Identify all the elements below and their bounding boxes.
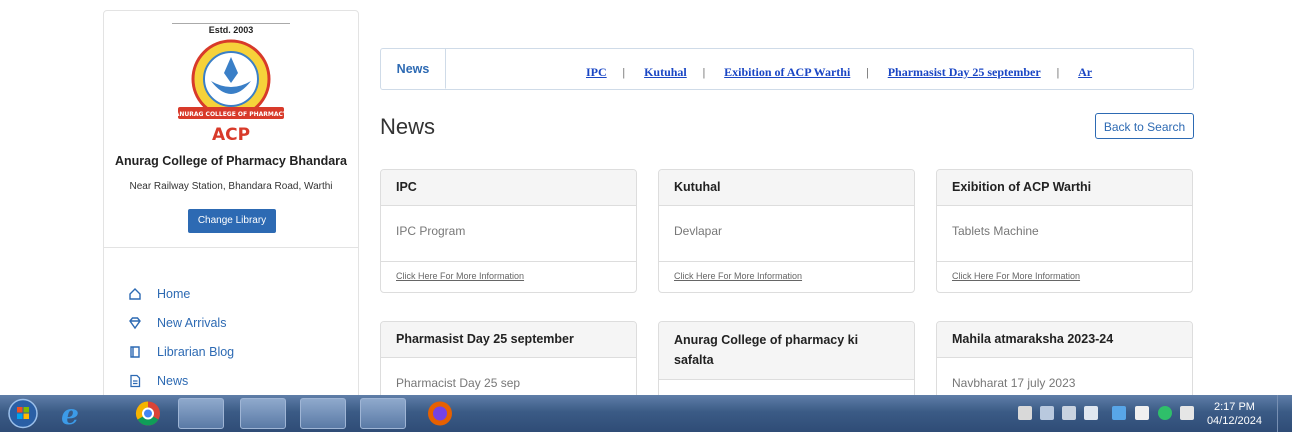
chrome-icon[interactable]	[128, 398, 168, 429]
page-title: News	[380, 114, 436, 139]
internet-explorer-icon[interactable]: e	[52, 398, 88, 429]
sidebar-item-label: News	[157, 373, 189, 388]
ticker-separator: |	[622, 65, 626, 79]
news-card-footer: Click Here For More Information	[381, 262, 636, 290]
news-card: Exibition of ACP Warthi Tablets Machine …	[936, 169, 1193, 293]
sidebar-item-librarian-blog[interactable]: Librarian Blog	[128, 337, 234, 366]
news-card-title: Exibition of ACP Warthi	[937, 170, 1192, 206]
speaker-icon[interactable]	[1040, 406, 1054, 420]
news-card-title: IPC	[381, 170, 636, 206]
news-card: IPC IPC Program Click Here For More Info…	[380, 169, 637, 293]
action-center-flag-icon[interactable]	[1135, 406, 1149, 420]
more-info-link[interactable]: Click Here For More Information	[396, 271, 524, 281]
sidebar-nav: Home New Arrivals Librarian Blog News	[128, 279, 234, 395]
display-icon[interactable]	[1112, 406, 1126, 420]
chrome-profile-icon[interactable]	[360, 398, 406, 429]
logo-banner-text: ANURAG COLLEGE OF PHARMACY	[175, 111, 288, 118]
svg-text:e: e	[61, 398, 79, 429]
show-desktop-button[interactable]	[1277, 395, 1292, 432]
file-explorer-icon[interactable]	[178, 398, 224, 429]
news-card-body: IPC Program	[381, 206, 636, 262]
back-to-search-button[interactable]: Back to Search	[1095, 113, 1194, 139]
sidebar-divider	[104, 247, 358, 248]
sidebar-item-label: Home	[157, 286, 191, 301]
security-shield-icon[interactable]	[1158, 406, 1172, 420]
sidebar-item-home[interactable]: Home	[128, 279, 234, 308]
sidebar-item-new-arrivals[interactable]: New Arrivals	[128, 308, 234, 337]
system-clock[interactable]: 2:17 PM 04/12/2024	[1207, 400, 1262, 428]
book-icon	[130, 345, 140, 358]
news-card-title: Mahila atmaraksha 2023-24	[937, 322, 1192, 358]
news-card-body: Devlapar	[659, 206, 914, 262]
usb-icon[interactable]	[1084, 406, 1098, 420]
keyboard-icon[interactable]	[1180, 406, 1194, 420]
news-card-title: Anurag College of pharmacy ki safalta	[659, 322, 914, 380]
network-icon[interactable]	[1062, 406, 1076, 420]
library-sidebar: Estd. 2003 ANURAG COLLEGE OF PHARMACY AC…	[103, 10, 359, 410]
news-card-footer: Click Here For More Information	[937, 262, 1192, 290]
sidebar-item-label: Librarian Blog	[157, 344, 235, 359]
firefox-icon[interactable]	[420, 398, 460, 429]
college-address: Near Railway Station, Bhandara Road, War…	[129, 181, 333, 192]
windows-taskbar: e 2:17 PM 04/12/2024	[0, 395, 1292, 432]
sidebar-item-news[interactable]: News	[128, 366, 234, 395]
document-icon	[130, 374, 141, 387]
media-player-icon[interactable]	[240, 398, 286, 429]
clock-time: 2:17 PM	[1213, 401, 1255, 413]
estd-divider	[172, 23, 290, 24]
sidebar-item-label: New Arrivals	[157, 315, 227, 330]
tab-news[interactable]: News	[381, 49, 446, 89]
start-orb-icon[interactable]	[6, 398, 40, 429]
home-icon	[129, 287, 141, 300]
college-logo: ANURAG COLLEGE OF PHARMACY ACP	[175, 39, 288, 143]
diamond-icon	[129, 316, 141, 329]
more-info-link[interactable]: Click Here For More Information	[952, 271, 1080, 281]
news-card: Kutuhal Devlapar Click Here For More Inf…	[658, 169, 915, 293]
news-card-title: Kutuhal	[659, 170, 914, 206]
ticker-link-truncated[interactable]: Ar	[1078, 65, 1092, 79]
ticker-link-exibition[interactable]: Exibition of ACP Warthi	[724, 65, 850, 79]
clock-date: 04/12/2024	[1206, 415, 1262, 427]
ticker-link-kutuhal[interactable]: Kutuhal	[644, 65, 687, 79]
news-card-footer: Click Here For More Information	[659, 262, 914, 290]
college-name: Anurag College of Pharmacy Bhandara	[114, 154, 347, 168]
ticker-link-ipc[interactable]: IPC	[586, 65, 607, 79]
news-card-title: Pharmasist Day 25 september	[381, 322, 636, 358]
established-year: Estd. 2003	[208, 25, 254, 35]
ticker-link-pharmasist-day[interactable]: Pharmasist Day 25 september	[888, 65, 1041, 79]
change-library-button[interactable]: Change Library	[188, 209, 276, 233]
news-ticker: IPC | Kutuhal | Exibition of ACP Warthi | P…	[586, 65, 1092, 80]
more-info-link[interactable]: Click Here For More Information	[674, 271, 802, 281]
word-icon[interactable]	[300, 398, 346, 429]
news-tab-bar: News IPC | Kutuhal | Exibition of ACP Wart…	[380, 48, 1194, 90]
ticker-separator: |	[702, 65, 706, 79]
volume-muted-icon[interactable]	[1018, 406, 1032, 420]
logo-acp-text: ACP	[212, 125, 250, 143]
ticker-separator: |	[866, 65, 869, 79]
news-card-body: Tablets Machine	[937, 206, 1192, 262]
ticker-separator: |	[1056, 65, 1060, 79]
